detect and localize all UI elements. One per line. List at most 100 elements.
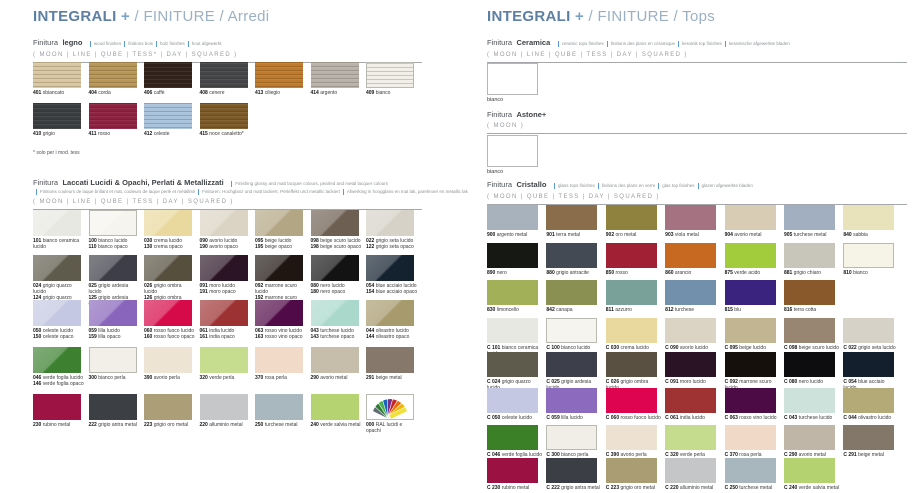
- color-swatch-901: [546, 205, 597, 230]
- separator-bar: [678, 41, 679, 47]
- swatch-label-line: C 059 lilla lucido: [546, 415, 601, 421]
- swatch-row: 050 celeste lucido150 celeste opaco059 l…: [33, 300, 422, 347]
- swatch-label-line: 411 rosso: [89, 131, 141, 137]
- panel-tops: INTEGRALI + / FINITURE / Tops Finitura C…: [487, 0, 907, 493]
- color-swatch-C101: [487, 318, 538, 343]
- color-swatch-850: [606, 243, 657, 268]
- swatch-cell: 046 verde foglia lucido146 verde foglia …: [33, 347, 89, 394]
- lacquer-swatch-grid: 101 bianco ceramica lucido100 bianco luc…: [33, 210, 422, 434]
- swatch-label: 022 grigio seta lucido122 grigio seta op…: [366, 238, 422, 250]
- language-label: ceramic tops finishes: [562, 41, 604, 46]
- swatch-label-line: C 220 alluminio metal: [665, 485, 720, 491]
- color-swatch-C230: [487, 458, 538, 483]
- swatch-label-line: 024 grigio quarzo lucido: [33, 283, 85, 295]
- color-swatch-404: [89, 62, 137, 88]
- swatch-cell: 404 corda: [89, 62, 145, 103]
- swatch-label-line: C 050 celeste lucido: [487, 415, 542, 421]
- swatch-label-line: 840 sabbia: [843, 232, 898, 238]
- swatch-cell: C 054 blue acciaio lucido: [843, 352, 902, 388]
- catalog-page: INTEGRALI + / FINITURE / Arredi Finitura…: [0, 0, 913, 493]
- section-header-ceramica: Finitura Ceramica ceramic tops finishesf…: [487, 36, 907, 63]
- swatch-row: 230 rubino metal222 grigio antra metal22…: [33, 394, 422, 434]
- color-swatch-223: [144, 394, 192, 420]
- swatch-cell: 408 cenere: [200, 62, 256, 103]
- swatch-label-line: 300 bianco perla: [89, 375, 141, 381]
- swatch-label-line: 000 RAL lucidi e opachi: [366, 422, 418, 434]
- swatch-label-line: 816 terra cotta: [784, 307, 839, 313]
- color-swatch-061: [200, 300, 248, 326]
- swatch-row: C 046 verde foglia lucidoC 300 bianco pe…: [487, 425, 907, 458]
- swatch-label: 300 bianco perla: [89, 375, 145, 381]
- swatch-label-line: 413 ciliegio: [255, 90, 307, 96]
- swatch-label: 815 blu: [725, 307, 784, 313]
- divider-rule: [487, 133, 907, 134]
- language-label: keramische afgewerkte bladen: [729, 41, 790, 46]
- model-list: ( MOON ): [487, 122, 907, 130]
- separator-bar: [598, 183, 599, 189]
- swatch-label-line: 905 turchese metal: [784, 232, 839, 238]
- language-label: Afwerking in hoogglans en mat lak, parel…: [347, 189, 468, 194]
- swatch-cell: 810 bianco: [843, 243, 902, 280]
- separator-bar: [231, 181, 232, 187]
- swatch-label: 060 rosso fuoco lucido160 rosso fuoco op…: [144, 328, 200, 340]
- swatch-label-line: 159 lilla opaco: [89, 334, 141, 340]
- color-swatch-C044: [843, 388, 894, 413]
- swatch-label: C 291 beige metal: [843, 452, 902, 458]
- swatch-label-line: C 030 crema lucido: [606, 345, 661, 351]
- swatch-cell: 222 grigio antra metal: [89, 394, 145, 434]
- swatch-cell: 080 nero lucido180 nero opaco: [311, 255, 367, 300]
- swatch-label-line: 180 nero opaco: [311, 289, 363, 295]
- color-swatch-C370: [725, 425, 776, 450]
- swatch-label-line: 830 limoncello: [487, 307, 542, 313]
- section-title-legno: Finitura legno wood finishesfinitions bo…: [33, 36, 422, 48]
- color-swatch-060: [144, 300, 192, 326]
- finitura-name: Cristallo: [516, 180, 546, 189]
- swatch-label: C 080 nero lucido: [784, 379, 843, 385]
- color-swatch-024: [33, 255, 81, 281]
- swatch-label: 000 RAL lucidi e opachi: [366, 422, 422, 434]
- swatch-label-line: 222 grigio antra metal: [89, 422, 141, 428]
- color-swatch-C059: [546, 388, 597, 413]
- color-swatch-411: [89, 103, 137, 129]
- swatch-label-line: 880 grigio antracite: [546, 270, 601, 276]
- swatch-cell: C 370 rosa perla: [725, 425, 784, 458]
- separator-bar: [607, 41, 608, 47]
- finitura-name: Ceramica: [516, 38, 550, 47]
- separator-bar: [156, 41, 157, 47]
- swatch-cell: C 100 bianco lucido: [546, 318, 605, 352]
- swatch-label-line: 812 turchese: [665, 307, 720, 313]
- section-header-legno: Finitura legno wood finishesfinitions bo…: [33, 36, 422, 63]
- swatch-label-line: 161 india opaco: [200, 334, 252, 340]
- color-swatch-860: [665, 243, 716, 268]
- separator-bar: [725, 41, 726, 47]
- swatch-label-line: C 022 grigio seta lucido: [843, 345, 898, 351]
- swatch-label: C 061 india lucido: [665, 415, 724, 421]
- swatch-label: 411 rosso: [89, 131, 145, 137]
- brand-text: INTEGRALI: [487, 8, 571, 25]
- color-swatch-C046: [487, 425, 538, 450]
- swatch-label: 905 turchese metal: [784, 232, 843, 238]
- language-label: Finituren: Hochglanz und matt lackiert, …: [202, 189, 340, 194]
- language-label: keramik top finishes: [682, 41, 722, 46]
- page-title-arredi: INTEGRALI + / FINITURE / Arredi: [33, 8, 422, 25]
- color-swatch-043: [311, 300, 359, 326]
- swatch-label-line: 110 bianco opaco: [89, 244, 141, 250]
- swatch-label: C 240 verde salvia metal: [784, 485, 843, 491]
- swatch-row: C 230 rubino metalC 222 grigio antra met…: [487, 458, 907, 491]
- swatch-label-line: C 061 india lucido: [665, 415, 720, 421]
- finitura-prefix: Finitura: [33, 38, 58, 47]
- separator-bar: [198, 189, 199, 195]
- color-swatch-401: [33, 62, 81, 88]
- swatch-row: C 024 grigio quarzo lucidoC 025 grigio a…: [487, 352, 907, 388]
- model-list: ( MOON | LINE | QUBE | TESS | DAY | SQUA…: [33, 198, 422, 206]
- color-swatch-095: [255, 210, 303, 236]
- color-swatch-C063: [725, 388, 776, 413]
- swatch-cell: 250 turchese metal: [255, 394, 311, 434]
- color-swatch-ceramica-bianco: [487, 63, 538, 95]
- swatch-cell: C 223 grigio oro metal: [606, 458, 665, 491]
- separator-bar: [124, 41, 125, 47]
- swatch-cell: 000 RAL lucidi e opachi: [366, 394, 422, 434]
- swatch-cell: 025 grigio ardesia lucido125 grigio arde…: [89, 255, 145, 300]
- swatch-row: 101 bianco ceramica lucido100 bianco luc…: [33, 210, 422, 255]
- swatch-label: 812 turchese: [665, 307, 724, 313]
